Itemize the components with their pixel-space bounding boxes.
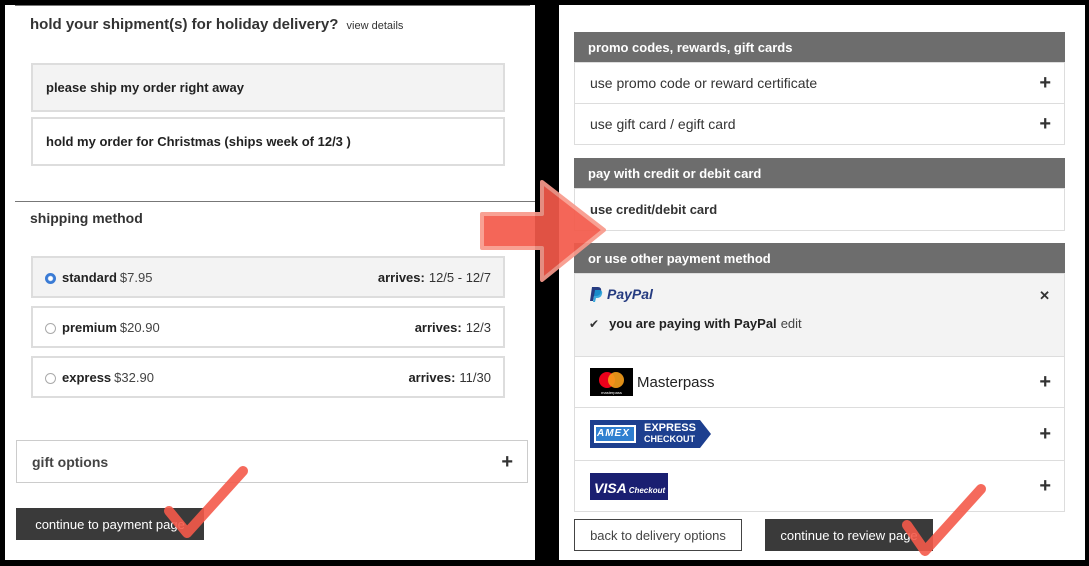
shipping-name: standard	[62, 269, 117, 285]
shipping-option-premium[interactable]: premium $20.90 arrives: 12/3	[31, 306, 505, 348]
amex-badge-text: AMEX	[597, 428, 630, 439]
hold-shipment-title: hold your shipment(s) for holiday delive…	[30, 16, 403, 33]
arrives-date: 12/3	[465, 319, 491, 335]
use-credit-card-label: use credit/debit card	[590, 202, 718, 217]
gift-card-row[interactable]: use gift card / egift card +	[574, 103, 1065, 145]
amex-express-text: EXPRESS	[644, 422, 696, 434]
top-divider	[15, 5, 530, 6]
amex-express-row[interactable]: AMEX EXPRESS CHECKOUT +	[574, 407, 1065, 461]
expand-plus-icon[interactable]: +	[1039, 114, 1051, 134]
shipping-name: premium	[62, 319, 117, 335]
masterpass-label: Masterpass	[637, 373, 715, 391]
visa-checkout-logo: VISA Checkout	[590, 472, 668, 500]
radio-unselected-icon[interactable]	[45, 372, 56, 384]
masterpass-row[interactable]: masterpass Masterpass +	[574, 356, 1065, 408]
amex-express-checkout-logo: AMEX EXPRESS CHECKOUT	[590, 420, 712, 448]
shipping-price: $7.95	[119, 269, 153, 285]
use-credit-card-row[interactable]: use credit/debit card	[574, 188, 1065, 231]
paypal-edit-link[interactable]: edit	[781, 316, 802, 331]
back-to-delivery-label: back to delivery options	[590, 527, 726, 543]
shipping-panel: hold your shipment(s) for holiday delive…	[5, 5, 535, 560]
gift-options-label: gift options	[32, 453, 109, 470]
continue-to-review-label: continue to review page	[780, 527, 918, 543]
shipping-method-title: shipping method	[30, 210, 143, 226]
arrives-label: arrives:	[408, 369, 456, 385]
other-payment-header: or use other payment method	[574, 243, 1065, 273]
shipping-price: $20.90	[119, 319, 160, 335]
shipping-option-express[interactable]: express $32.90 arrives: 11/30	[31, 356, 505, 398]
shipping-price: $32.90	[114, 369, 154, 385]
payment-panel: promo codes, rewards, gift cards use pro…	[559, 5, 1085, 560]
ship-right-away-option[interactable]: please ship my order right away	[31, 63, 505, 112]
radio-unselected-icon[interactable]	[45, 322, 56, 334]
close-icon[interactable]: ✕	[1039, 288, 1050, 304]
paypal-p-icon	[590, 287, 603, 302]
gift-card-label: use gift card / egift card	[590, 116, 736, 132]
shipping-divider	[15, 201, 535, 202]
paypal-option[interactable]: PayPal ✕ ✔ you are paying with PayPal ed…	[574, 273, 1065, 357]
expand-plus-icon[interactable]: +	[1039, 73, 1051, 93]
expand-plus-icon[interactable]: +	[1039, 476, 1051, 496]
hold-shipment-heading: hold your shipment(s) for holiday delive…	[30, 16, 339, 33]
ship-right-away-label: please ship my order right away	[46, 80, 244, 95]
arrives-date: 11/30	[459, 369, 491, 385]
expand-plus-icon[interactable]: +	[501, 452, 513, 472]
masterpass-logo-icon: masterpass	[590, 368, 633, 396]
visa-checkout-text: Checkout	[628, 485, 666, 495]
checkmark-annotation-icon	[164, 466, 248, 538]
visa-text: VISA	[594, 479, 627, 496]
checkmark-annotation-icon	[902, 484, 986, 556]
radio-selected-icon[interactable]	[45, 272, 56, 284]
promo-code-label: use promo code or reward certificate	[590, 75, 818, 91]
promo-code-row[interactable]: use promo code or reward certificate +	[574, 62, 1065, 104]
card-header: pay with credit or debit card	[574, 158, 1065, 188]
arrow-annotation-icon	[480, 180, 606, 282]
amex-checkout-text: CHECKOUT	[644, 434, 695, 444]
shipping-name: express	[62, 369, 112, 385]
gift-options-row[interactable]: gift options +	[16, 440, 528, 483]
view-details-link[interactable]: view details	[347, 20, 404, 32]
hold-for-christmas-option[interactable]: hold my order for Christmas (ships week …	[31, 117, 505, 166]
arrives-label: arrives:	[377, 269, 425, 285]
arrives-label: arrives:	[414, 319, 462, 335]
masterpass-small-text: masterpass	[601, 390, 622, 395]
paypal-status-text: you are paying with PayPal	[609, 316, 777, 331]
hold-for-christmas-label: hold my order for Christmas (ships week …	[46, 134, 351, 149]
visa-checkout-row[interactable]: VISA Checkout +	[574, 460, 1065, 512]
paypal-logo: PayPal	[589, 286, 653, 302]
expand-plus-icon[interactable]: +	[1039, 372, 1051, 392]
promo-header: promo codes, rewards, gift cards	[574, 32, 1065, 62]
paypal-wordmark: PayPal	[607, 286, 653, 302]
shipping-option-standard[interactable]: standard $7.95 arrives: 12/5 - 12/7	[31, 256, 505, 298]
back-to-delivery-button[interactable]: back to delivery options	[574, 519, 742, 551]
expand-plus-icon[interactable]: +	[1039, 424, 1051, 444]
check-icon: ✔	[589, 316, 600, 331]
